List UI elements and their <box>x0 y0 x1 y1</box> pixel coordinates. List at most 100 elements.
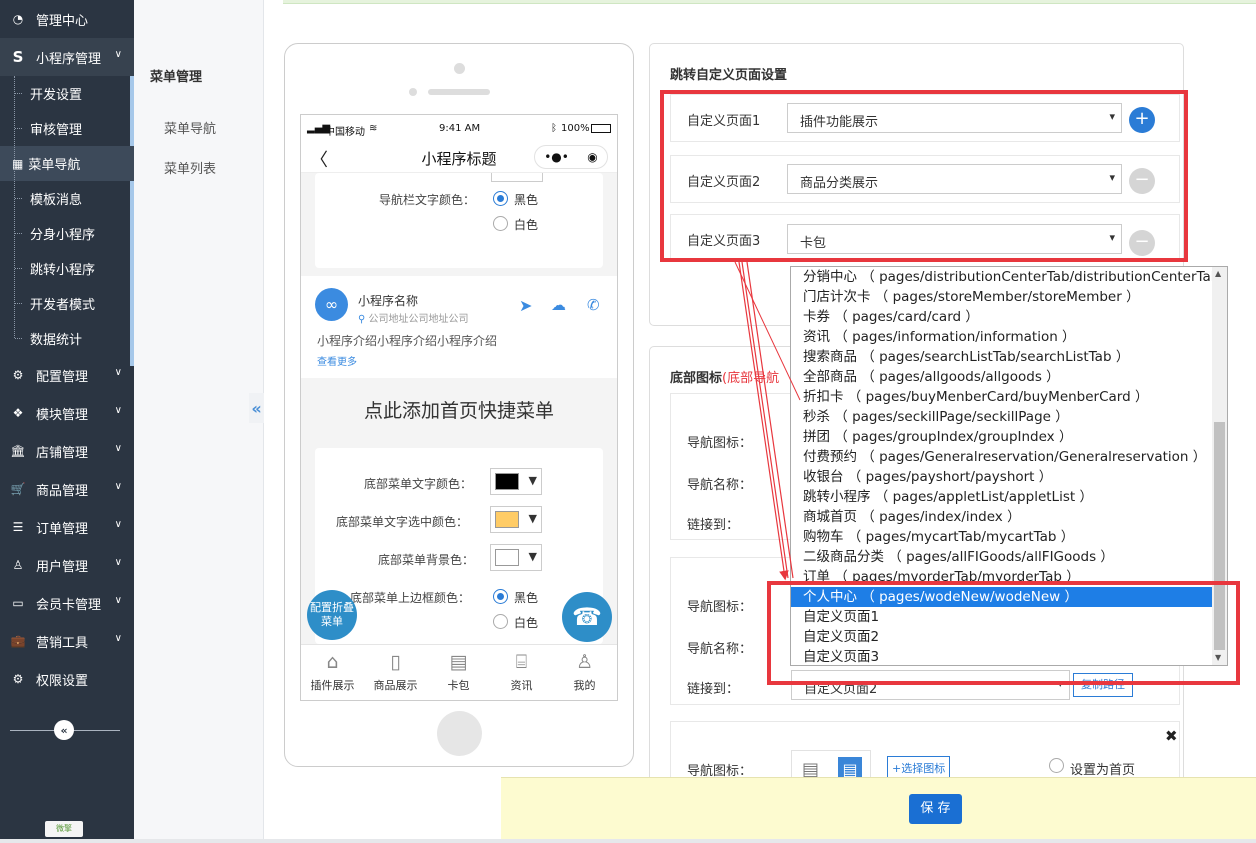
set-home-radio[interactable] <box>1049 758 1064 773</box>
dropdown-option[interactable]: 全部商品 （ pages/allgoods/allgoods ） <box>791 367 1227 387</box>
see-more-link[interactable]: 查看更多 <box>317 353 357 368</box>
bottom-bg-color-picker[interactable]: ▼ <box>490 544 542 571</box>
sidebar-collapse-button[interactable]: « <box>54 720 74 740</box>
bottom-bg-color-label: 底部菜单背景色： <box>378 553 475 567</box>
wechat-icon[interactable]: ☁ <box>551 296 566 314</box>
tab-goods[interactable]: ▯ 商品展示 <box>364 645 427 700</box>
sidebar-item-shop[interactable]: 🏛 店铺管理 ∨ <box>0 432 134 470</box>
sidebar-item-member-card[interactable]: ▭ 会员卡管理 ∨ <box>0 584 134 622</box>
dropdown-option[interactable]: 分销中心 （ pages/distributionCenterTab/distr… <box>791 267 1227 287</box>
sidebar-item-dashboard[interactable]: ◔ 管理中心 <box>0 0 134 38</box>
sidebar-item-marketing[interactable]: 💼 营销工具 ∨ <box>0 622 134 660</box>
dropdown-option[interactable]: 二级商品分类 （ pages/allFIGoods/allFIGoods ） <box>791 547 1227 567</box>
bottom-text-color-label: 底部菜单文字颜色： <box>364 477 473 491</box>
card-icon: ▭ <box>12 596 24 610</box>
sidebar-sub-menu-nav[interactable]: ▦ 菜单导航 <box>0 146 134 181</box>
battery-percent: 100% <box>561 123 590 134</box>
status-time: 9:41 AM <box>439 123 481 134</box>
bookmark-icon: ⌸ <box>515 651 528 673</box>
border-black-radio[interactable] <box>493 589 508 604</box>
chevron-down-icon: ∨ <box>114 633 122 644</box>
nav-name-label: 导航名称： <box>687 642 753 657</box>
nav-color-white-radio[interactable] <box>493 216 508 231</box>
secondary-menu-item-list[interactable]: 菜单列表 <box>164 158 216 177</box>
dropdown-option[interactable]: 购物车 （ pages/mycartTab/mycartTab ） <box>791 527 1227 547</box>
nav-text-color-label: 导航栏文字颜色： <box>379 193 476 207</box>
dropdown-option[interactable]: 跳转小程序 （ pages/appletList/appletList ） <box>791 487 1227 507</box>
sidebar-sub-stats[interactable]: 数据统计 <box>0 321 134 356</box>
sidebar-item-orders[interactable]: ☰ 订单管理 ∨ <box>0 508 134 546</box>
dropdown-option[interactable]: 卡券 （ pages/card/card ） <box>791 307 1227 327</box>
bottom-icon-panel-title: 底部图标(底部导航 <box>670 367 779 386</box>
sidebar-item-goods[interactable]: 🛒 商品管理 ∨ <box>0 470 134 508</box>
nav-color-white-label: 白色 <box>514 218 539 232</box>
tab-news[interactable]: ⌸ 资讯 <box>490 645 553 700</box>
sidebar-sub-developer[interactable]: 开发者模式 <box>0 286 134 321</box>
nav-icon-label: 导航图标： <box>687 436 753 451</box>
dropdown-option[interactable]: 拼团 （ pages/groupIndex/groupIndex ） <box>791 427 1227 447</box>
dropdown-option[interactable]: 秒杀 （ pages/seckillPage/seckillPage ） <box>791 407 1227 427</box>
sidebar-item-label: 管理中心 <box>36 13 89 29</box>
tab-mine[interactable]: ♙ 我的 <box>553 645 616 700</box>
dropdown-option[interactable]: 门店计次卡 （ pages/storeMember/storeMember ） <box>791 287 1227 307</box>
save-button[interactable]: 保 存 <box>909 794 962 824</box>
border-white-radio[interactable] <box>493 614 508 629</box>
phone-icon[interactable]: ✆ <box>587 296 600 314</box>
main-sidebar: ◔ 管理中心 S 小程序管理 ∨ 开发设置 审核管理 ▦ 菜单导航 模板消息 分身小程序… <box>0 0 134 843</box>
sidebar-sub-clone[interactable]: 分身小程序 <box>0 216 134 251</box>
bottom-text-color-picker[interactable]: ▼ <box>490 468 542 495</box>
dropdown-option[interactable]: 折扣卡 （ pages/buyMenberCard/buyMenberCard … <box>791 387 1227 407</box>
sidebar-item-users[interactable]: ♙ 用户管理 ∨ <box>0 546 134 584</box>
secondary-menu-item-nav[interactable]: 菜单导航 <box>164 118 216 137</box>
sidebar-item-config[interactable]: ⚙ 配置管理 ∨ <box>0 356 134 394</box>
save-bar: 保 存 <box>501 777 1256 839</box>
bottom-selected-color-picker[interactable]: ▼ <box>490 506 542 533</box>
sidebar-item-label: 模块管理 <box>36 407 89 423</box>
home-icon: ⌂ <box>326 651 339 673</box>
sidebar-item-label: 用户管理 <box>36 559 89 575</box>
tab-plugin[interactable]: ⌂ 插件展示 <box>301 645 364 700</box>
add-shortcut-menu[interactable]: 点此添加首页快捷菜单 <box>301 378 617 448</box>
color-swatch <box>495 473 519 490</box>
sidebar-sub-label: 数据统计 <box>30 333 83 348</box>
close-icon[interactable]: ✖ <box>1165 727 1178 745</box>
nav-color-black-radio[interactable] <box>493 191 508 206</box>
fold-menu-button[interactable]: 配置折叠菜单 <box>307 590 357 640</box>
dropdown-option[interactable]: 商城首页 （ pages/index/index ） <box>791 507 1227 527</box>
dropdown-option[interactable]: 资讯 （ pages/information/information ） <box>791 327 1227 347</box>
sidebar-item-label: 店铺管理 <box>36 445 89 461</box>
scroll-up-icon[interactable]: ▲ <box>1215 269 1221 278</box>
dropdown-option[interactable]: 收银台 （ pages/payshort/payshort ） <box>791 467 1227 487</box>
sidebar-sub-template-msg[interactable]: 模板消息 <box>0 181 134 216</box>
close-circle-icon[interactable]: ◉ <box>587 150 597 164</box>
bluetooth-icon: ᛒ <box>551 123 557 134</box>
sidebar-item-miniprogram[interactable]: S 小程序管理 ∨ <box>0 38 134 76</box>
collapse-submenu-button[interactable]: « <box>249 393 264 423</box>
sidebar-item-permissions[interactable]: ⚙ 权限设置 <box>0 660 134 698</box>
tab-label: 资讯 <box>510 679 533 692</box>
dropdown-option[interactable]: 付费预约 （ pages/Generalreservation/Generalr… <box>791 447 1227 467</box>
navigate-icon[interactable]: ➤ <box>519 296 532 315</box>
choose-icon-button[interactable]: +选择图标 <box>887 756 951 778</box>
dashboard-icon: ◔ <box>12 12 24 26</box>
sidebar-sub-dev-settings[interactable]: 开发设置 <box>0 76 134 111</box>
nav-icon-label: 导航图标： <box>687 600 753 615</box>
sidebar-item-modules[interactable]: ❖ 模块管理 ∨ <box>0 394 134 432</box>
sidebar-item-label: 营销工具 <box>36 635 89 651</box>
telephone-icon[interactable]: ☎ <box>562 592 612 642</box>
grid-icon: ▦ <box>12 156 24 171</box>
secondary-menu-title: 菜单管理 <box>150 70 203 85</box>
sidebar-sub-review[interactable]: 审核管理 <box>0 111 134 146</box>
shop-info-section: ∞ 小程序名称 ⚲ 公司地址公司地址公司 ➤ ☁ ✆ 小程序介绍小程序介绍小程序… <box>301 276 617 378</box>
more-icon[interactable]: •●• <box>544 150 569 164</box>
document-icon: ▤ <box>449 651 468 673</box>
sidebar-sub-label: 模板消息 <box>30 193 83 208</box>
dropdown-option[interactable]: 搜索商品 （ pages/searchListTab/searchListTab… <box>791 347 1227 367</box>
color-picker-partial[interactable] <box>491 173 543 182</box>
border-black-label: 黑色 <box>514 591 539 605</box>
capsule-menu[interactable]: •●• ◉ <box>534 145 608 169</box>
sidebar-sub-jump[interactable]: 跳转小程序 <box>0 251 134 286</box>
sidebar-item-label: 商品管理 <box>36 483 89 499</box>
link-to-label: 链接到： <box>687 518 740 533</box>
tab-card[interactable]: ▤ 卡包 <box>427 645 490 700</box>
